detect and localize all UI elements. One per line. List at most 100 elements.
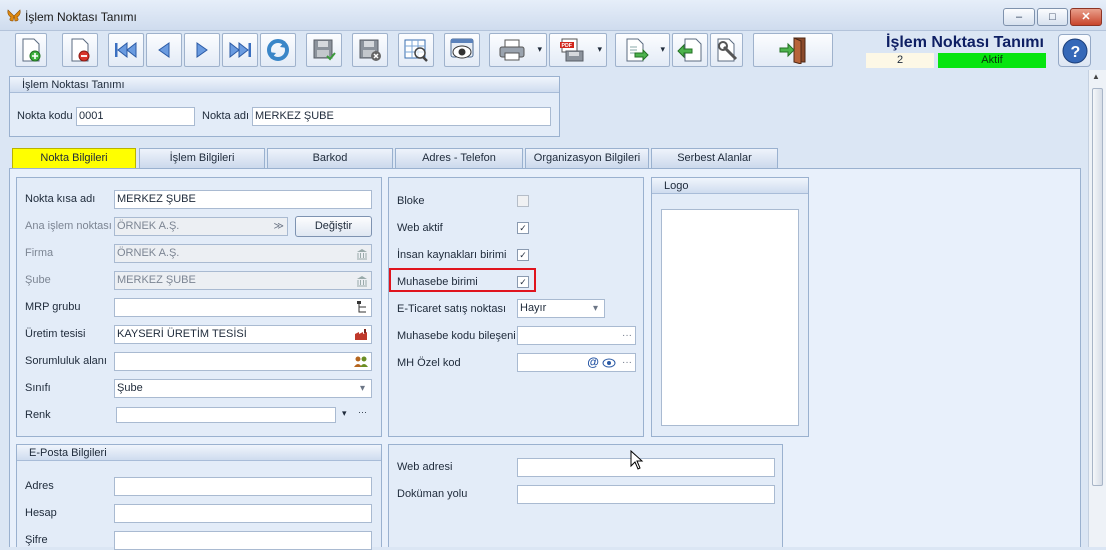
accounting-code-field[interactable]: ··· (517, 326, 636, 345)
tab-islem-bilgileri[interactable]: İşlem Bilgileri (139, 148, 265, 168)
factory-icon[interactable] (354, 329, 368, 341)
class-select[interactable]: Şube ▾ (114, 379, 372, 398)
document-path-field[interactable] (517, 485, 775, 504)
hr-unit-checkbox[interactable]: ✓ (517, 249, 529, 261)
tab-organizasyon-bilgileri[interactable]: Organizasyon Bilgileri (525, 148, 649, 168)
web-active-label: Web aktif (397, 222, 443, 234)
responsibility-label: Sorumluluk alanı (25, 355, 107, 367)
company-label: Firma (25, 247, 54, 259)
scrollbar-thumb[interactable] (1092, 88, 1103, 486)
preview-icon (404, 39, 428, 62)
first-record-icon (115, 41, 137, 59)
new-record-button[interactable] (15, 33, 47, 67)
previous-record-icon (158, 42, 170, 58)
close-button[interactable]: ✕ (1070, 8, 1102, 26)
settings-icon (717, 38, 737, 62)
blocked-checkbox[interactable] (517, 195, 529, 207)
chevron-down-icon: ▾ (592, 303, 598, 314)
document-path-label: Doküman yolu (397, 488, 468, 500)
svg-text:PDF: PDF (562, 43, 572, 49)
view-button[interactable] (444, 33, 480, 67)
scroll-up-icon[interactable]: ▲ (1092, 72, 1100, 81)
accounting-unit-label: Muhasebe birimi (397, 276, 478, 288)
tab-serbest-alanlar[interactable]: Serbest Alanlar (651, 148, 778, 168)
next-record-icon (196, 42, 208, 58)
main-point-field: ÖRNEK A.Ş. ≫ (114, 217, 288, 236)
vertical-scrollbar[interactable]: ▲ (1088, 70, 1106, 547)
special-code-field[interactable]: @ ··· (517, 353, 636, 372)
delete-record-icon (71, 38, 90, 62)
color-field[interactable] (116, 407, 336, 423)
delete-record-button[interactable] (62, 33, 98, 67)
back-icon (677, 38, 702, 62)
point-info-group: Nokta kısa adı MERKEZ ŞUBE Ana işlem nok… (16, 177, 382, 437)
exit-button[interactable] (753, 33, 833, 67)
email-address-label: Adres (25, 480, 54, 492)
help-icon: ? (1062, 38, 1088, 64)
print-button[interactable]: ▾ (489, 33, 547, 67)
flags-group: Bloke Web aktif ✓ İnsan kaynakları birim… (388, 177, 644, 437)
change-button[interactable]: Değiştir (295, 216, 372, 237)
back-button[interactable] (672, 33, 708, 67)
web-address-field[interactable] (517, 458, 775, 477)
tab-adres-telefon[interactable]: Adres - Telefon (395, 148, 523, 168)
branch-label: Şube (25, 274, 51, 286)
email-address-field[interactable] (114, 477, 372, 496)
mrp-group-field[interactable] (114, 298, 372, 317)
tab-nokta-bilgileri[interactable]: Nokta Bilgileri (12, 148, 136, 168)
accounting-unit-checkbox[interactable]: ✓ (517, 276, 529, 288)
settings-button[interactable] (710, 33, 743, 67)
short-name-label: Nokta kısa adı (25, 193, 96, 205)
main-point-value: ÖRNEK A.Ş. (117, 220, 180, 232)
tree-icon[interactable] (356, 301, 368, 314)
group-header: Logo (652, 178, 808, 194)
point-code-label: Nokta kodu (17, 110, 73, 122)
save-button[interactable] (306, 33, 342, 67)
email-account-field[interactable] (114, 504, 372, 523)
web-active-checkbox[interactable]: ✓ (517, 222, 529, 234)
status-badge: Aktif (938, 53, 1046, 68)
eye-icon[interactable] (602, 358, 616, 368)
mouse-cursor-icon (630, 450, 644, 470)
blocked-label: Bloke (397, 195, 425, 207)
at-icon[interactable]: @ (587, 354, 599, 371)
minimize-button[interactable]: – (1003, 8, 1035, 26)
ecommerce-value: Hayır (520, 302, 547, 314)
cancel-save-button[interactable] (352, 33, 388, 67)
maximize-button[interactable]: □ (1037, 8, 1068, 26)
logo-image-box[interactable] (661, 209, 799, 426)
company-field: ÖRNEK A.Ş. (114, 244, 372, 263)
short-name-field[interactable]: MERKEZ ŞUBE (114, 190, 372, 209)
view-icon (450, 38, 474, 59)
first-record-button[interactable] (108, 33, 144, 67)
tab-barkod[interactable]: Barkod (267, 148, 393, 168)
plant-field[interactable]: KAYSERİ ÜRETİM TESİSİ (114, 325, 372, 344)
chevron-down-icon: ▾ (359, 383, 365, 394)
pdf-export-button[interactable]: PDF ▾ (549, 33, 607, 67)
last-record-button[interactable] (222, 33, 258, 67)
color-ellipsis-icon[interactable]: ··· (358, 407, 367, 417)
butterfly-app-icon (7, 9, 21, 26)
color-dropdown-icon[interactable]: ▾ (342, 408, 347, 419)
point-name-field[interactable]: MERKEZ ŞUBE (252, 107, 551, 126)
bank-icon (357, 276, 367, 287)
ecommerce-select[interactable]: Hayır ▾ (517, 299, 605, 318)
people-icon[interactable] (354, 355, 368, 368)
branch-field: MERKEZ ŞUBE (114, 271, 372, 290)
ellipsis-icon[interactable]: ··· (622, 327, 632, 344)
email-password-label: Şifre (25, 534, 48, 546)
export-button[interactable]: ▾ (615, 33, 670, 67)
record-number: 2 (866, 53, 934, 68)
ecommerce-label: E-Ticaret satış noktası (397, 303, 507, 315)
previous-record-button[interactable] (146, 33, 182, 67)
email-password-field[interactable] (114, 531, 372, 550)
next-record-button[interactable] (184, 33, 220, 67)
help-button[interactable]: ? (1058, 34, 1091, 67)
refresh-button[interactable] (260, 33, 296, 67)
point-code-field[interactable]: 0001 (76, 107, 195, 126)
responsibility-field[interactable] (114, 352, 372, 371)
preview-button[interactable] (398, 33, 434, 67)
export-icon (626, 38, 649, 62)
ellipsis-icon[interactable]: ··· (622, 354, 632, 371)
print-dropdown-icon: ▾ (537, 44, 542, 54)
